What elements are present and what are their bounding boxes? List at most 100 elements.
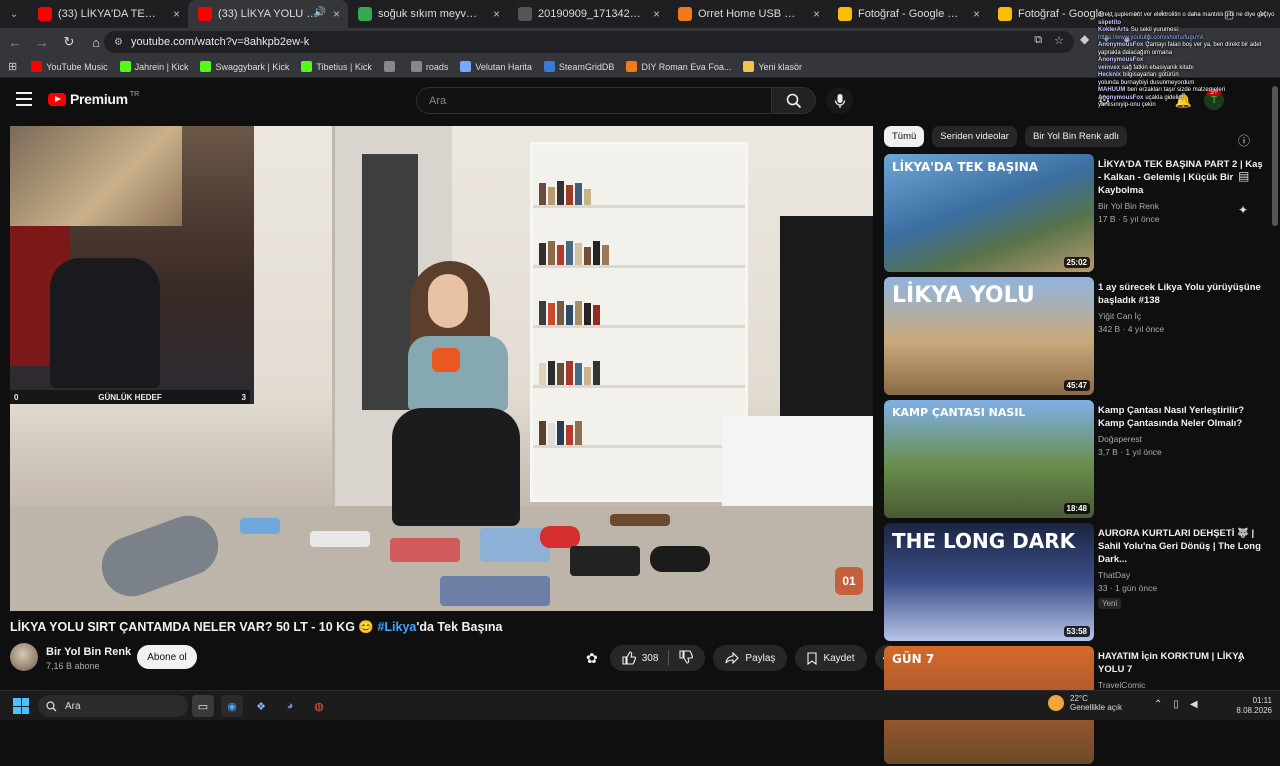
back-icon[interactable]: ← (3, 30, 27, 54)
browser-tab[interactable]: Fotoğraf - Google Fotoğraflar × (988, 0, 1148, 28)
recommendation-channel[interactable]: TravelComic (1098, 680, 1266, 690)
video-thumbnail[interactable]: LİKYA YOLU 45:47 (884, 277, 1094, 395)
browser-tab[interactable]: 20190909_171342-2.jpg (2500 × (508, 0, 668, 28)
weather-widget[interactable]: 22°C Genellikle açık (1048, 694, 1122, 712)
video-thumbnail[interactable]: THE LONG DARK 53:58 (884, 523, 1094, 641)
filter-chip[interactable]: Tümü (884, 126, 925, 147)
recommendation-item[interactable]: KAMP ÇANTASI NASIL 18:48 Kamp Çantası Nası… (884, 400, 1274, 520)
filter-chip[interactable]: Bir Yol Bin Renk adlı (1024, 126, 1128, 147)
extensions-puzzle-icon[interactable]: ✦ (1101, 32, 1111, 46)
voice-search-button[interactable] (826, 87, 853, 114)
video-thumbnail[interactable]: KAMP ÇANTASI NASIL 18:48 (884, 400, 1094, 518)
windows-start-icon[interactable] (13, 698, 29, 714)
windows-taskbar: Ara ▭ ◉ ❖ ◕ ◍ 22°C Genellikle açık ⌃ ▯ ◀… (0, 690, 1280, 720)
notifications-bell-icon[interactable]: 🔔 (1175, 92, 1192, 109)
info-icon[interactable]: ⓘ (1238, 132, 1250, 149)
share-button[interactable]: Paylaş (713, 645, 788, 671)
browser-tab[interactable]: Fotoğraf - Google Fotoğraflar × (828, 0, 988, 28)
tray-volume-icon[interactable]: ◀ (1190, 699, 1198, 710)
video-title-hashtag[interactable]: #Likya (377, 620, 416, 634)
recommendation-title[interactable]: 1 ay sürecek Likya Yolu yürüyüşüne başla… (1098, 281, 1266, 307)
like-button[interactable]: 308 (622, 651, 658, 665)
bookmark-item[interactable]: YouTube Music (31, 61, 108, 72)
search-input[interactable]: Ara (416, 87, 772, 114)
taskbar-search-box[interactable]: Ara (38, 695, 188, 717)
bookmark-item[interactable]: Jahrein | Kick (119, 61, 188, 72)
save-button[interactable]: Kaydet (795, 645, 867, 671)
channel-watermark[interactable]: 01 (835, 567, 863, 595)
tab-search-icon[interactable]: ⌄ (0, 0, 28, 28)
tab-close-icon[interactable]: × (173, 7, 180, 21)
recommendation-channel[interactable]: ThatDay (1098, 570, 1266, 580)
tab-close-icon[interactable]: × (973, 7, 980, 21)
filter-chip[interactable]: Seriden videolar (932, 126, 1017, 147)
chrome-icon[interactable]: ◉ (221, 695, 243, 717)
maximize-icon[interactable]: ▢ (1212, 0, 1246, 28)
bookmark-item[interactable]: DIY Roman Eva Foa... (626, 61, 731, 72)
tab-close-icon[interactable]: × (493, 7, 500, 21)
recommendation-item[interactable]: LİKYA'DA TEK BAŞINA 25:02 LİKYA'DA TEK BAŞ… (884, 154, 1274, 274)
video-thumbnail[interactable]: LİKYA'DA TEK BAŞINA 25:02 (884, 154, 1094, 272)
thumbnail-overlay-text: KAMP ÇANTASI NASIL (892, 406, 1026, 419)
bookmark-item[interactable]: Yeni klasör (743, 61, 802, 72)
close-window-icon[interactable]: ✕ (1246, 0, 1280, 28)
browser-menu-icon[interactable]: ⋮ (1143, 32, 1155, 46)
reload-icon[interactable]: ↻ (57, 30, 81, 54)
sparkle-icon[interactable]: ✦ (1238, 203, 1250, 217)
recommendation-title[interactable]: AURORA KURTLARI DEHŞETİ 🐺 | Sahil Yolu'n… (1098, 527, 1266, 566)
site-info-icon[interactable]: ⚙ (114, 37, 123, 48)
tray-chevron-icon[interactable]: ⌃ (1154, 699, 1162, 710)
forward-icon[interactable]: → (30, 30, 54, 54)
recommendation-item[interactable]: THE LONG DARK 53:58 AURORA KURTLARI DEHŞET… (884, 523, 1274, 643)
channel-name[interactable]: Bir Yol Bin Renk (46, 646, 131, 658)
settings-app-icon[interactable]: ❖ (250, 695, 272, 717)
bookmark-item[interactable] (383, 61, 399, 72)
tray-network-icon[interactable]: ▯ (1173, 699, 1179, 710)
subscribe-button[interactable]: Abone ol (137, 645, 197, 669)
page-scrollbar[interactable] (1272, 86, 1278, 226)
address-bar[interactable]: ⚙ youtube.com/watch?v=8ahkpb2ew-k ⧉ ☆ (104, 31, 1074, 53)
youtube-premium-logo[interactable]: Premium TR (48, 91, 139, 107)
recording-app-icon[interactable]: ◍ (308, 695, 330, 717)
next-chevron-icon[interactable]: › (1238, 650, 1243, 666)
bookmark-item[interactable]: SteamGridDB (543, 61, 615, 72)
speaker-icon[interactable]: 🔊 (314, 7, 326, 18)
recommendation-channel[interactable]: Yiğit Can İç (1098, 311, 1266, 321)
browser-tab[interactable]: (33) LİKYA'DA TEK BAŞINA PAR × (28, 0, 188, 28)
tab-close-icon[interactable]: × (333, 7, 340, 21)
bookmark-item[interactable]: Velutan Harita (460, 61, 532, 72)
bookmark-item[interactable]: Swaggybark | Kick (200, 61, 289, 72)
tab-close-icon[interactable]: × (1133, 7, 1140, 21)
taskbar-clock[interactable]: 01:11 8.08.2026 (1208, 696, 1272, 716)
dislike-button[interactable] (679, 649, 694, 667)
discord-icon[interactable]: ◕ (279, 695, 301, 717)
sponsor-icon[interactable]: ✿ (586, 650, 598, 667)
microphone-icon (834, 93, 845, 108)
tab-close-icon[interactable]: × (653, 7, 660, 21)
browser-tab[interactable]: Orret Home USB Şarjlı Mini El F × (668, 0, 828, 28)
bookmark-label: SteamGridDB (558, 61, 615, 72)
create-video-icon[interactable]: ⚙ (1098, 92, 1111, 109)
recommendation-title[interactable]: Kamp Çantası Nasıl Yerleştirilir? Kamp Ç… (1098, 404, 1266, 430)
new-tab-button[interactable]: + (1148, 0, 1176, 28)
browser-tab[interactable]: (33) LİKYA YOLU SIRT ÇANT🔊 × (188, 0, 348, 28)
minimize-icon[interactable]: — (1178, 0, 1212, 28)
extension-icon[interactable]: ◆ (1080, 32, 1089, 46)
recommendation-item[interactable]: LİKYA YOLU 45:47 1 ay sürecek Likya Yolu y… (884, 277, 1274, 397)
install-app-icon[interactable]: ⧉ (1034, 34, 1042, 47)
video-player[interactable]: 0 GÜNLÜK HEDEF 3 01 (10, 126, 873, 611)
apps-grid-icon[interactable]: ⊞ (8, 60, 17, 73)
bookmark-item[interactable]: roads (410, 61, 448, 72)
search-button[interactable] (772, 87, 816, 114)
tab-close-icon[interactable]: × (813, 7, 820, 21)
browser-tab[interactable]: soğuk sıkım meyve suyu makin × (348, 0, 508, 28)
file-explorer-icon[interactable]: ▭ (192, 695, 214, 717)
chat-icon[interactable]: ▤ (1238, 169, 1250, 183)
bookmark-item[interactable]: Tibetius | Kick (301, 61, 372, 72)
menu-hamburger-icon[interactable] (16, 92, 32, 106)
taskbar-search-icon (46, 700, 57, 711)
profile-icon[interactable]: ● (1123, 32, 1130, 46)
recommendation-channel[interactable]: Doğaperest (1098, 434, 1266, 444)
bookmark-star-icon[interactable]: ☆ (1054, 34, 1064, 47)
channel-avatar[interactable] (10, 643, 38, 671)
